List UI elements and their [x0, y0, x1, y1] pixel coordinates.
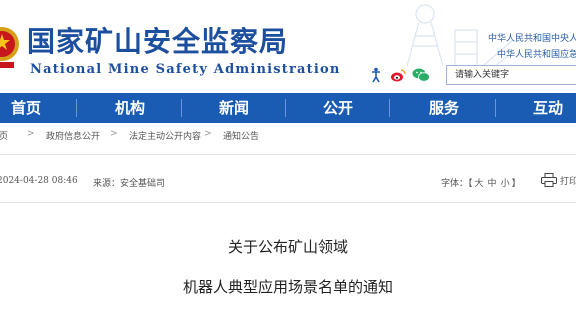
main-nav: 首页 机构 新闻 公开 服务 互动	[0, 93, 576, 123]
nav-divider	[76, 99, 77, 117]
search-input[interactable]	[446, 65, 576, 85]
nav-divider	[181, 99, 182, 117]
font-size-label: 字体：	[441, 179, 469, 189]
weibo-icon[interactable]	[389, 66, 407, 84]
breadcrumb-gov-info[interactable]: 政府信息公开	[46, 129, 100, 142]
breadcrumb-notices[interactable]: 通知公告	[223, 129, 259, 142]
national-emblem-icon	[0, 27, 19, 68]
breadcrumb-home[interactable]: 首页	[0, 129, 8, 142]
nav-divider	[285, 99, 286, 117]
divider	[0, 154, 576, 155]
nav-divider	[389, 99, 390, 117]
chevron-right-icon: >	[27, 129, 35, 139]
site-title-english: National Mine Safety Administration	[30, 62, 341, 77]
nav-item-services[interactable]: 服务	[418, 93, 470, 123]
font-size-medium[interactable]: 中	[488, 179, 497, 189]
wechat-icon[interactable]	[412, 66, 430, 84]
divider	[0, 202, 576, 203]
article-title-line-1: 关于公布矿山领域	[227, 238, 348, 256]
accessibility-icon[interactable]	[367, 66, 385, 84]
nav-divider	[495, 99, 496, 117]
site-title[interactable]: 国家矿山安全监察局	[27, 20, 288, 60]
top-link-central-gov[interactable]: 中华人民共和国中央人	[488, 31, 576, 44]
font-size-small[interactable]: 小	[501, 179, 510, 189]
printer-icon	[541, 173, 557, 187]
article-title-line-2: 机器人典型应用场景名单的通知	[182, 278, 393, 296]
font-size-control: 字体：【大中小】	[441, 179, 521, 189]
breadcrumb-statutory-content[interactable]: 法定主动公开内容	[129, 129, 201, 142]
print-label: 打印	[560, 176, 576, 187]
nav-item-disclosure[interactable]: 公开	[312, 93, 364, 123]
nav-item-news[interactable]: 新闻	[208, 93, 260, 123]
site-header: 国家矿山安全监察局 National Mine Safety Administr…	[0, 0, 576, 93]
nav-item-interaction[interactable]: 互动	[522, 93, 574, 123]
article-source: 来源：安全基础司	[93, 179, 166, 189]
font-size-large[interactable]: 大	[475, 179, 484, 189]
chevron-right-icon: >	[204, 129, 212, 139]
nav-item-home[interactable]: 首页	[0, 93, 52, 123]
chevron-right-icon: >	[110, 129, 118, 139]
print-button[interactable]: 打印	[541, 173, 576, 187]
publish-date: 2024-04-28 08:46	[0, 176, 78, 186]
nav-item-organization[interactable]: 机构	[104, 93, 156, 123]
top-link-emergency-ministry[interactable]: 中华人民共和国应急	[497, 47, 576, 60]
